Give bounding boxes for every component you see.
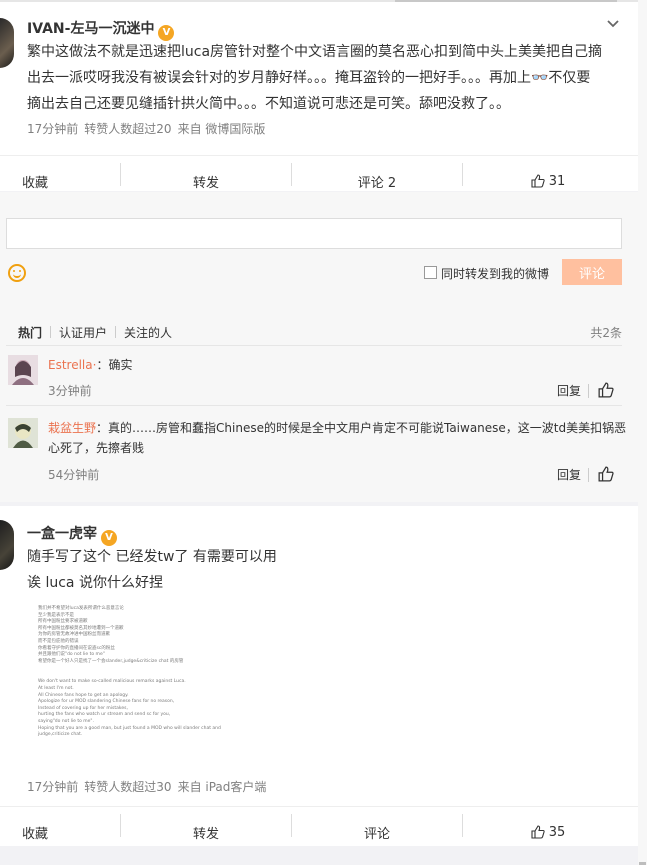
divider: [462, 814, 463, 837]
post-meta: 17分钟前 转赞人数超过20 来自 微博国际版: [27, 120, 271, 137]
forward-button[interactable]: 转发: [126, 807, 286, 857]
divider: [6, 405, 622, 406]
collect-label: 收藏: [21, 175, 48, 191]
comment-username[interactable]: Estrella·: [48, 358, 96, 372]
action-bar: 收藏 转发 评论 35: [0, 806, 638, 856]
post-line: 诶 luca 说你什么好捏: [27, 575, 163, 591]
divider: [588, 468, 589, 482]
repost-count: 转赞人数超过20: [84, 122, 172, 136]
tab-following[interactable]: 关注的人: [124, 324, 172, 341]
post-username[interactable]: IVAN-左马一沉迷中 V: [27, 18, 175, 41]
image-text-en: We don't want to make so-called maliciou…: [38, 679, 258, 738]
divider: [6, 345, 622, 346]
thumbs-up-icon: [531, 825, 545, 839]
submit-comment-button[interactable]: 评论: [562, 259, 622, 285]
emoji-icon[interactable]: [8, 264, 26, 282]
like-button[interactable]: 35: [468, 807, 628, 857]
divider: [462, 163, 463, 186]
post-time[interactable]: 17分钟前: [27, 780, 78, 794]
post-body: 随手写了这个 已经发tw了 有需要可以用 诶 luca 说你什么好捏: [27, 544, 277, 596]
thumbs-up-icon: [531, 174, 545, 188]
comment-button[interactable]: 评论: [297, 807, 457, 857]
comment-sep: ：: [96, 358, 109, 372]
image-text-line: hurting the fans who watch ur stream and…: [38, 712, 171, 718]
divider: [120, 814, 121, 837]
tab-hot[interactable]: 热门: [18, 324, 42, 341]
post-source[interactable]: 来自 微博国际版: [178, 122, 266, 136]
post-line: 随手写了这个 已经发tw了 有需要可以用: [27, 549, 277, 565]
image-text-line: We don't want to make so-called maliciou…: [38, 679, 186, 685]
forward-label: 转发: [192, 826, 219, 842]
post-line: 出去一派哎呀我没有被误会针对的岁月静好样。。。掩耳盗铃的一把好手。。。再加上👓不…: [27, 70, 591, 86]
thumbs-up-icon[interactable]: [598, 382, 614, 398]
comment-section: 同时转发到我的微博 评论 热门 认证用户 关注的人 共2条 Estrella·：确实…: [0, 192, 638, 502]
comment-tabs: 热门 认证用户 关注的人: [18, 324, 172, 341]
image-text-line: 为你的房管无故冲进中国粉丝而道歉: [38, 632, 110, 638]
avatar[interactable]: [0, 520, 14, 570]
post-image[interactable]: 我们并不希望对luca发表所谓什么恶意言论 至少我是表示不是 所有中国粉丝要求被道歉…: [38, 606, 258, 766]
comment-avatar[interactable]: [8, 355, 38, 385]
username-text[interactable]: IVAN-左马一沉迷中: [27, 21, 154, 37]
post-meta: 17分钟前 转赞人数超过30 来自 iPad客户端: [27, 778, 272, 795]
repost-count: 转赞人数超过30: [84, 780, 172, 794]
like-count: 31: [548, 173, 566, 189]
image-text-line: 而不是包庇他的错误: [38, 638, 79, 644]
post-body: 繁中这做法不就是迅速把luca房管针对整个中文语言圈的莫名恶心扣到简中头上美美把…: [27, 39, 602, 117]
divider: [50, 326, 52, 338]
collect-label: 收藏: [21, 826, 48, 842]
image-text-line: 所有中国粉丝要求被道歉: [38, 619, 88, 625]
collect-button[interactable]: 收藏: [0, 807, 115, 857]
comment-avatar[interactable]: [8, 418, 38, 448]
image-text-line: judge,criticize chat.: [38, 732, 83, 738]
post-card-2: 一盒一虎宰 V 随手写了这个 已经发tw了 有需要可以用 诶 luca 说你什么好…: [0, 506, 638, 846]
comment-input[interactable]: [6, 218, 622, 249]
reply-button[interactable]: 回复: [557, 382, 581, 399]
chevron-down-icon[interactable]: [606, 17, 620, 33]
reply-button[interactable]: 回复: [557, 466, 581, 483]
username-text[interactable]: 一盒一虎宰: [27, 526, 97, 542]
image-text-line: At least I'm not.: [38, 685, 74, 691]
post-card-1: IVAN-左马一沉迷中 V 繁中这做法不就是迅速把luca房管针对整个中文语言圈的…: [0, 2, 638, 191]
comment-time: 54分钟前: [48, 468, 100, 482]
post-username[interactable]: 一盒一虎宰 V: [27, 523, 117, 546]
post-line: 繁中这做法不就是迅速把luca房管针对整个中文语言圈的莫名恶心扣到简中头上美美把…: [27, 44, 603, 60]
post-source[interactable]: 来自 iPad客户端: [178, 780, 267, 794]
divider: [120, 163, 121, 186]
comment-text: 确实: [108, 358, 133, 372]
post-time[interactable]: 17分钟前: [27, 122, 78, 136]
image-text-line: 我们并不希望对luca发表所谓什么恶意言论: [38, 606, 124, 611]
forward-checkbox-label[interactable]: 同时转发到我的微博: [441, 265, 549, 282]
forward-label: 转发: [192, 175, 219, 191]
forward-checkbox[interactable]: [424, 266, 437, 279]
comment-item: 栽盆生野：真的……房管和蠢指Chinese的时候是全中文用户肯定不可能说Taiw…: [48, 418, 626, 458]
comment-text: 心死了，先擦者贱: [48, 441, 145, 455]
divider: [588, 384, 589, 398]
comment-item: Estrella·：确实: [48, 355, 132, 375]
comment-label: 评论: [363, 826, 390, 842]
post-line: 摘出去自己还要见缝插针拱火简中。。。不知道说可悲还是可笑。舔吧没救了。。: [27, 96, 510, 112]
image-text-line: Apologize for ur MOD slandering Chinese …: [38, 699, 175, 705]
comment-time: 3分钟前: [48, 384, 92, 398]
divider: [291, 814, 292, 837]
image-text-line: 希望你是一个好人只是找了一个会slander,judge&criticize c…: [38, 658, 184, 664]
image-text-line: saying"do not lie to me".: [38, 718, 94, 724]
thumbs-up-icon[interactable]: [598, 466, 614, 482]
comment-total: 共2条: [590, 326, 622, 340]
avatar[interactable]: [0, 18, 14, 68]
divider: [291, 163, 292, 186]
comment-label: 评论 2: [357, 175, 397, 191]
tab-verified-users[interactable]: 认证用户: [59, 324, 107, 341]
image-text-line: 并且跟他们说"do not lie to me": [38, 652, 105, 658]
comment-text: 真的……房管和蠢指Chinese的时候是全中文用户肯定不可能说Taiwanese…: [108, 421, 627, 435]
divider: [115, 326, 117, 338]
page-scrollbar-vertical[interactable]: [638, 0, 647, 865]
image-text-cn: 我们并不希望对luca发表所谓什么恶意言论 至少我是表示不是 所有中国粉丝要求被道歉…: [38, 606, 258, 665]
comment-sep: ：: [96, 421, 109, 435]
like-count: 35: [548, 824, 566, 840]
comment-username[interactable]: 栽盆生野: [48, 421, 96, 435]
